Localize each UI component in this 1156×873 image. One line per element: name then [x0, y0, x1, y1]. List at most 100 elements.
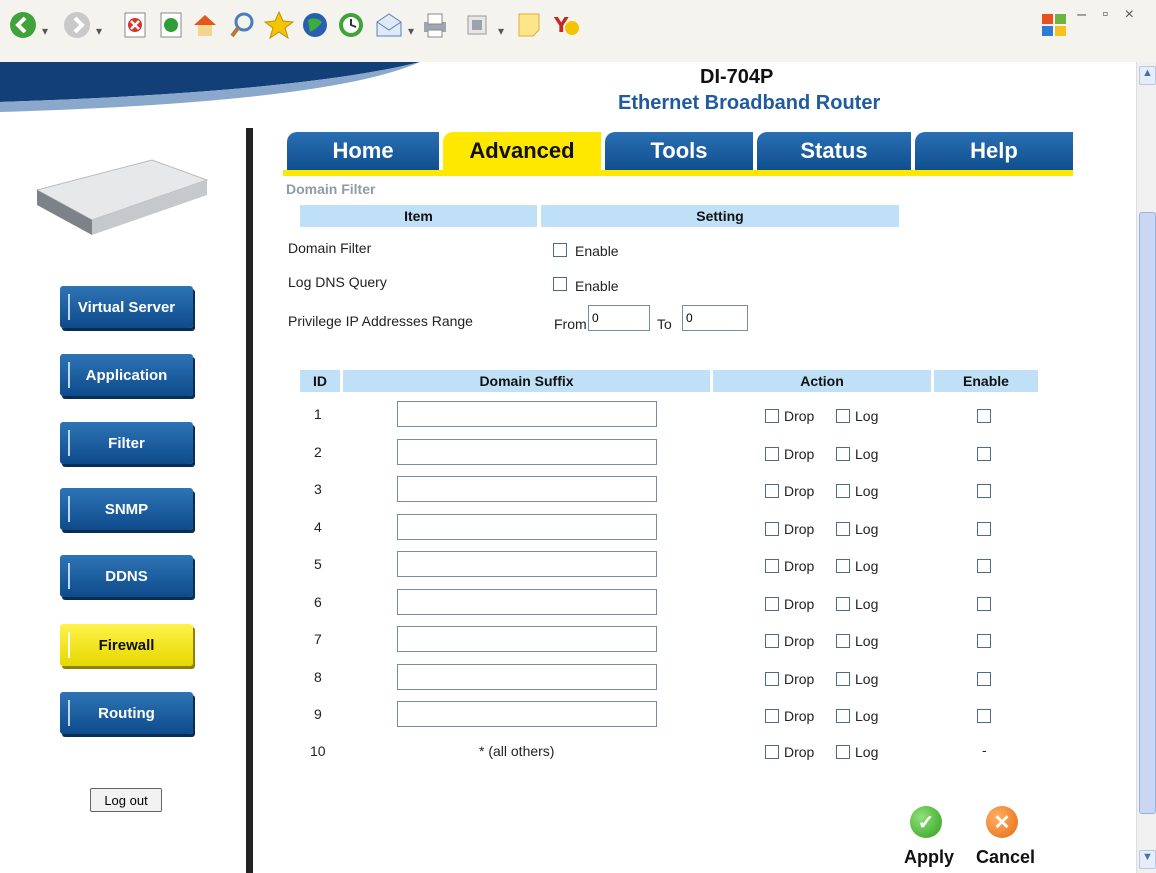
enable-checkbox[interactable]: [977, 446, 991, 461]
log-checkbox[interactable]: [836, 521, 850, 536]
domain-filter-checkbox[interactable]: [553, 243, 567, 257]
from-label: From: [554, 316, 587, 332]
scroll-thumb[interactable]: [1139, 212, 1156, 814]
sidebar-item-filter[interactable]: Filter: [60, 422, 193, 464]
domain-suffix-input[interactable]: [397, 438, 657, 465]
drop-label: Drop: [784, 483, 815, 499]
sidebar-item-application[interactable]: Application: [60, 354, 193, 396]
rule-id: 7: [314, 631, 322, 647]
to-ip-input[interactable]: [682, 305, 748, 331]
rule-id: 2: [314, 443, 322, 460]
drop-label: Drop: [784, 708, 815, 724]
sidebar-item-firewall[interactable]: Firewall: [60, 624, 193, 666]
enable-checkbox[interactable]: [977, 559, 991, 573]
forward-icon[interactable]: [62, 10, 92, 40]
domain-suffix-input[interactable]: [397, 401, 657, 427]
domain-suffix-input[interactable]: [397, 551, 657, 577]
sidebar-item-virtual-server[interactable]: Virtual Server: [60, 286, 193, 328]
domain-filter-enable-label: Enable: [575, 243, 619, 259]
header-setting: Setting: [541, 205, 899, 227]
log-label: Log: [855, 670, 879, 687]
sidebar-item-ddns[interactable]: DDNS: [60, 555, 193, 597]
drop-checkbox[interactable]: [765, 521, 779, 536]
back-icon[interactable]: [8, 10, 38, 40]
window-controls[interactable]: – ▫ ×: [1077, 6, 1140, 24]
log-checkbox[interactable]: [836, 634, 850, 648]
edit-icon[interactable]: [462, 10, 492, 40]
drop-checkbox[interactable]: [765, 484, 779, 498]
drop-checkbox[interactable]: [765, 596, 779, 611]
vertical-scrollbar[interactable]: ▲ ▼: [1136, 62, 1156, 873]
drop-label: Drop: [784, 670, 815, 687]
enable-checkbox[interactable]: [977, 671, 991, 686]
log-checkbox[interactable]: [836, 484, 850, 498]
cancel-icon[interactable]: ✕: [986, 806, 1018, 838]
cancel-button[interactable]: Cancel: [976, 847, 1035, 868]
drop-checkbox[interactable]: [765, 671, 779, 686]
apply-icon[interactable]: ✓: [910, 806, 942, 838]
drop-checkbox-10[interactable]: [765, 745, 779, 759]
scroll-down-icon[interactable]: ▼: [1139, 850, 1156, 869]
mail-icon[interactable]: [374, 10, 404, 40]
domain-suffix-input[interactable]: [397, 476, 657, 502]
log-dns-checkbox[interactable]: [553, 277, 567, 291]
forward-dropdown-icon[interactable]: ▾: [96, 24, 102, 38]
header-id: ID: [300, 370, 340, 392]
favorites-icon[interactable]: [264, 10, 294, 40]
log-checkbox[interactable]: [836, 446, 850, 461]
tab-home[interactable]: Home: [287, 132, 439, 170]
stop-icon[interactable]: [120, 10, 150, 40]
domain-suffix-input[interactable]: [397, 626, 657, 652]
enable-checkbox[interactable]: [977, 409, 991, 423]
logout-button[interactable]: Log out: [90, 788, 162, 812]
log-checkbox[interactable]: [836, 709, 850, 723]
device-model: DI-704P: [700, 66, 774, 88]
enable-checkbox[interactable]: [977, 709, 991, 723]
back-dropdown-icon[interactable]: ▾: [42, 24, 48, 38]
drop-checkbox[interactable]: [765, 559, 779, 573]
domain-suffix-input[interactable]: [397, 663, 657, 690]
edit-dropdown-icon[interactable]: ▾: [498, 24, 504, 38]
from-ip-input[interactable]: [588, 305, 650, 331]
refresh-icon[interactable]: [156, 10, 186, 40]
domain-filter-label: Domain Filter: [288, 240, 372, 256]
sidebar-item-routing[interactable]: Routing: [60, 692, 193, 734]
log-checkbox[interactable]: [836, 409, 850, 423]
domain-suffix-input[interactable]: [397, 701, 657, 727]
domain-suffix-input[interactable]: [397, 588, 657, 615]
tab-tools[interactable]: Tools: [605, 132, 753, 170]
tab-advanced[interactable]: Advanced: [443, 132, 601, 170]
enable-checkbox[interactable]: [977, 596, 991, 611]
apply-button[interactable]: Apply: [904, 847, 954, 868]
rule-id: 8: [314, 668, 322, 685]
drop-checkbox[interactable]: [765, 409, 779, 423]
drop-checkbox[interactable]: [765, 634, 779, 648]
log-checkbox-10[interactable]: [836, 745, 850, 759]
log-label: Log: [855, 520, 879, 537]
notes-icon[interactable]: [514, 10, 544, 40]
tab-status[interactable]: Status: [757, 132, 911, 170]
enable-checkbox[interactable]: [977, 521, 991, 536]
drop-checkbox[interactable]: [765, 709, 779, 723]
drop-label: Drop: [784, 558, 815, 574]
mail-dropdown-icon[interactable]: ▾: [408, 24, 414, 38]
drop-label-10: Drop: [784, 744, 815, 760]
print-icon[interactable]: [420, 10, 450, 40]
sidebar-item-snmp[interactable]: SNMP: [60, 488, 193, 530]
router-image: [35, 159, 209, 235]
log-checkbox[interactable]: [836, 596, 850, 611]
log-checkbox[interactable]: [836, 559, 850, 573]
log-checkbox[interactable]: [836, 671, 850, 686]
domain-suffix-input[interactable]: [397, 513, 657, 540]
product-name: Ethernet Broadband Router: [618, 92, 881, 114]
tab-help[interactable]: Help: [915, 132, 1073, 170]
media-icon[interactable]: [300, 10, 330, 40]
rule-id: 1: [314, 406, 322, 422]
enable-checkbox[interactable]: [977, 484, 991, 498]
home-icon[interactable]: [190, 10, 220, 40]
drop-checkbox[interactable]: [765, 446, 779, 461]
enable-checkbox[interactable]: [977, 634, 991, 648]
search-icon[interactable]: [228, 10, 258, 40]
messenger-icon[interactable]: Y: [552, 10, 582, 40]
history-icon[interactable]: [336, 10, 366, 40]
